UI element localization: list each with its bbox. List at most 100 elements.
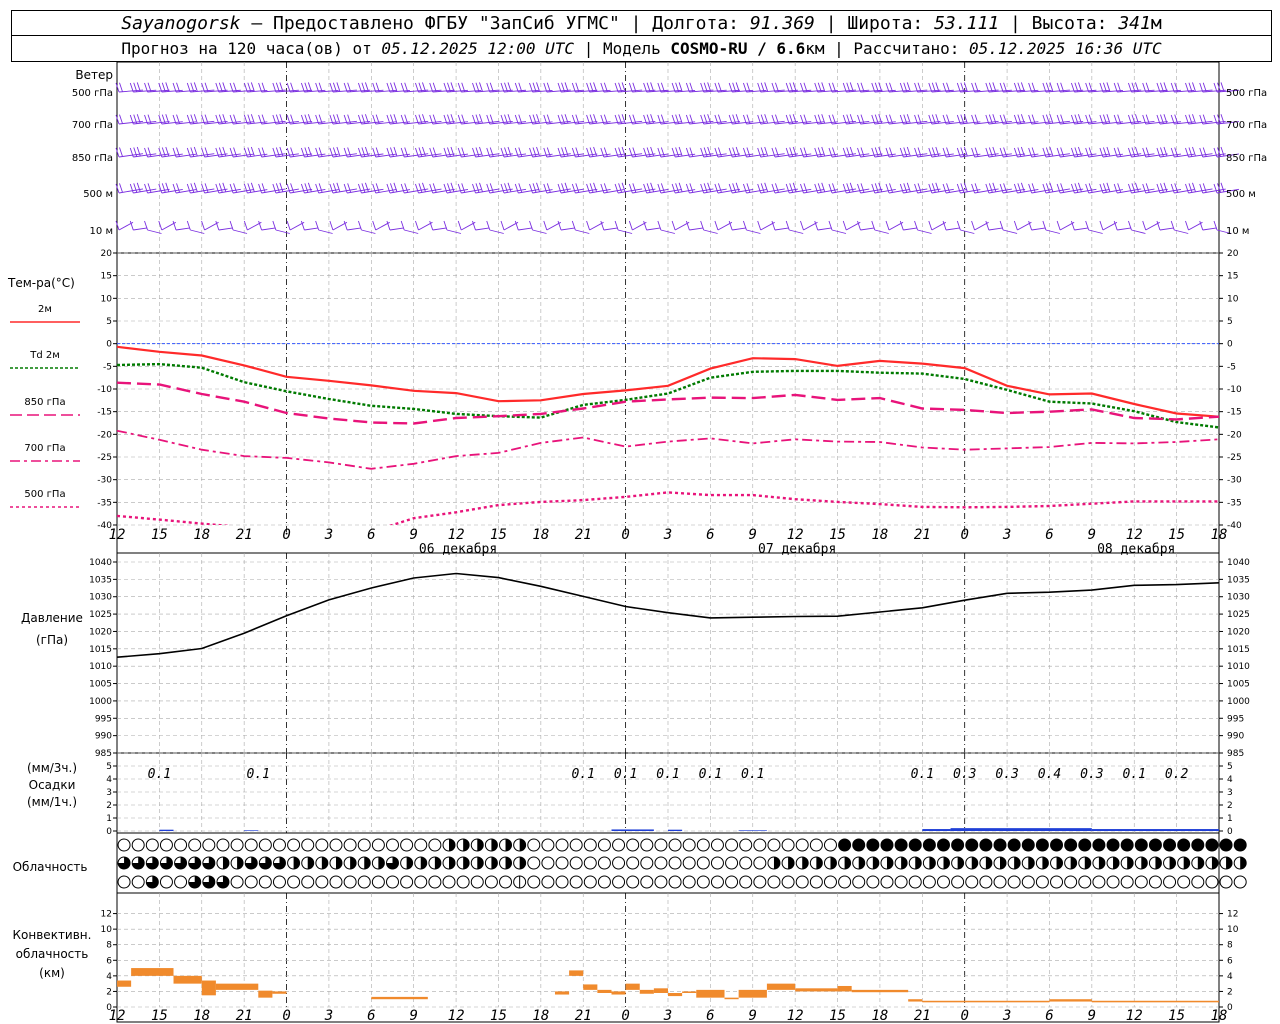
convective-cloud-bar <box>668 992 683 997</box>
cloud-cover-icon <box>1021 838 1035 852</box>
wind-barb-feather <box>147 183 152 193</box>
precip-bar <box>668 829 683 831</box>
wind-barb-shaft <box>646 227 661 231</box>
wind-barb-feather <box>418 183 423 193</box>
x-tick-label-bottom: 18 <box>193 1008 210 1024</box>
precip-value-label: 0.1 <box>148 767 171 782</box>
cloud-cover-icon <box>710 856 724 870</box>
wind-barb-feather <box>999 183 1004 194</box>
wind-barb-feather <box>1202 183 1207 193</box>
cloud-cover-icon <box>406 857 413 869</box>
x-tick-label-bottom: 6 <box>367 1008 375 1024</box>
cloud-cover-icon <box>682 856 696 870</box>
wind-barb-shaft <box>1045 229 1060 234</box>
cloud-cover-icon <box>668 875 682 889</box>
wind-barb-feather <box>144 183 148 194</box>
wind-barb-feather <box>614 183 619 194</box>
x-tick-label-bottom: 18 <box>871 1008 888 1024</box>
y-tick-label-right: 0 <box>1227 1003 1233 1013</box>
temp-legend-label: 500 гПа <box>24 489 65 500</box>
cloud-cover-icon <box>1035 875 1049 889</box>
convective-cloud-bar <box>583 984 598 990</box>
cloud-cover-icon <box>866 875 880 889</box>
wind-barb-feather <box>286 220 291 231</box>
wind-barb-feather <box>1031 183 1036 193</box>
wind-barb-feather <box>942 183 947 194</box>
y-tick-label-right: 20 <box>1227 249 1239 259</box>
cloud-cover-icon <box>505 857 512 869</box>
wind-barb-shaft <box>1159 227 1175 231</box>
wind-barb-feather <box>204 183 209 193</box>
cloud-cover-icon <box>1064 838 1078 852</box>
cloud-cover-icon <box>710 838 724 852</box>
wind-barb-feather <box>1192 182 1196 192</box>
wind-barb-feather <box>849 182 854 192</box>
cloud-cover-icon <box>434 857 441 869</box>
y-tick-label-right: 15 <box>1227 272 1238 282</box>
wind-barb-feather <box>218 183 223 193</box>
wind-barb-feather <box>771 183 776 194</box>
y-tick-label-left: -35 <box>97 498 112 508</box>
cloud-cover-icon <box>159 838 173 852</box>
x-tick-label: 6 <box>367 527 375 543</box>
wind-level-label-right: 10 м <box>1226 226 1249 237</box>
wind-barb-feather <box>393 182 398 192</box>
precip-label: (мм/1ч.) <box>27 795 77 809</box>
wind-barb-shaft <box>1074 227 1089 231</box>
cloud-cover-icon <box>258 875 272 889</box>
wind-barb-feather <box>543 183 548 194</box>
wind-barb-feather <box>1135 182 1139 192</box>
wind-barb-feather <box>415 183 419 194</box>
cloud-cover-icon <box>965 838 979 852</box>
cloud-cover-icon <box>696 856 710 870</box>
cloud-cover-icon <box>414 838 428 852</box>
temp-legend-label: 2м <box>38 304 52 315</box>
precip-value-label: 0.1 <box>699 767 722 782</box>
convective-cloud-bar <box>639 989 654 994</box>
wind-barb-feather <box>457 183 462 194</box>
wind-barb-feather <box>871 183 876 194</box>
cloud-cover-icon <box>583 838 597 852</box>
wind-barb-shaft <box>917 229 932 234</box>
precip-bar <box>738 830 767 831</box>
precip-value-label: 0.1 <box>571 767 594 782</box>
x-tick-label: 12 <box>1126 527 1143 543</box>
cloud-cover-icon <box>886 857 893 869</box>
cloud-cover-icon <box>519 857 526 869</box>
y-tick-label-right: 1 <box>1227 814 1233 824</box>
cloud-cover-icon <box>1007 875 1021 889</box>
cloud-cover-icon <box>258 838 272 852</box>
y-tick-label-left: 4 <box>106 972 112 982</box>
y-tick-label-left: 1040 <box>89 558 112 568</box>
x-tick-label: 12 <box>109 527 126 543</box>
cloud-cover-icon <box>668 856 682 870</box>
cloud-cover-icon <box>795 875 809 889</box>
wind-barb-feather <box>828 183 833 194</box>
wind-barb-feather <box>529 183 533 194</box>
wind-barb-feather <box>714 220 719 231</box>
x-tick-label: 0 <box>621 527 629 543</box>
wind-barb-feather <box>992 182 997 192</box>
wind-barb-feather <box>343 183 348 194</box>
cloud-cover-icon <box>174 875 188 889</box>
y-tick-label-left: 2 <box>106 987 112 997</box>
cloud-cover-icon <box>1219 875 1233 889</box>
cloud-cover-icon <box>230 875 244 889</box>
cloud-cover-icon <box>823 838 837 852</box>
wind-barb-feather <box>1042 183 1047 194</box>
y-tick-label-right: 1030 <box>1227 593 1250 603</box>
wind-barb-shaft <box>603 227 618 231</box>
y-tick-label-left: 1035 <box>89 575 112 585</box>
x-tick-label: 6 <box>1045 527 1053 543</box>
cloud-cover-icon <box>335 857 342 869</box>
wind-barb-feather <box>119 183 123 193</box>
wind-barb-feather <box>1013 220 1018 231</box>
wind-barb-feather <box>757 220 762 231</box>
wind-barb-shaft <box>988 227 1003 231</box>
x-tick-label: 3 <box>324 527 333 543</box>
cloud-cover-icon <box>901 857 908 869</box>
wind-barb-feather <box>400 183 405 194</box>
cloud-cover-icon <box>470 875 484 889</box>
wind-barb-feather <box>1106 182 1111 192</box>
cloud-cover-icon <box>915 857 922 869</box>
